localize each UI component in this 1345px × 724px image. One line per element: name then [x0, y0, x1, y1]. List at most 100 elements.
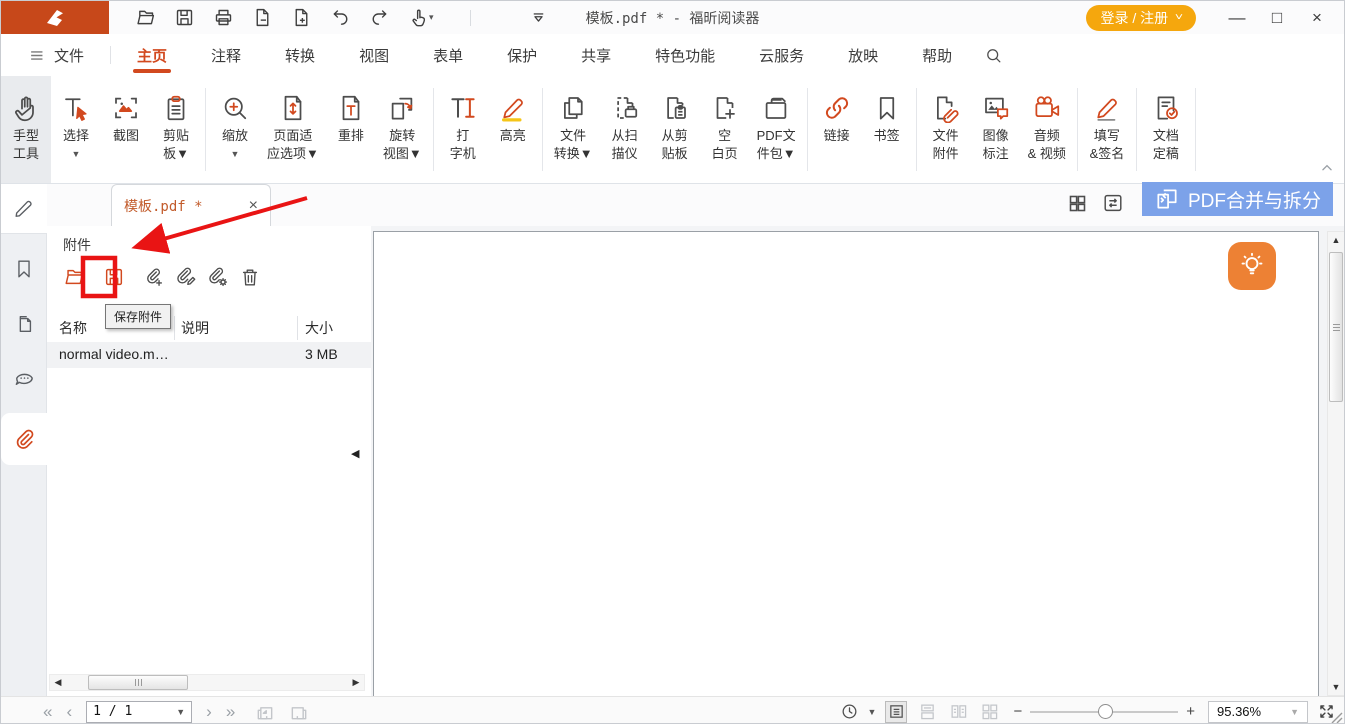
- scroll-left-icon[interactable]: ◀: [50, 677, 66, 688]
- previous-view-icon[interactable]: [255, 702, 275, 722]
- ribbon-bookmark[interactable]: 书签: [862, 76, 912, 183]
- attachment-settings-icon[interactable]: [207, 264, 229, 290]
- pdf-merge-split-banner[interactable]: PDF合并与拆分: [1142, 182, 1333, 216]
- hand-pointer-icon[interactable]: ▾: [408, 7, 434, 28]
- menu-view[interactable]: 视图: [349, 34, 399, 76]
- ribbon-file-attachment[interactable]: 文件 附件: [921, 76, 971, 183]
- grid-view-icon[interactable]: [1067, 193, 1088, 214]
- scroll-thumb[interactable]: [1329, 252, 1343, 402]
- page-plus-icon[interactable]: [291, 7, 312, 28]
- facing-layout-icon[interactable]: [947, 701, 969, 723]
- zoom-in-icon[interactable]: +: [1186, 703, 1195, 720]
- collapse-toolbar-icon[interactable]: [529, 8, 548, 27]
- last-page-icon[interactable]: »: [226, 702, 235, 722]
- column-header-description[interactable]: 说明: [181, 318, 209, 338]
- scroll-thumb[interactable]: [88, 675, 188, 690]
- ribbon-blank-page[interactable]: 空 白页: [700, 76, 750, 183]
- document-tab[interactable]: 模板.pdf * ×: [111, 184, 271, 226]
- page-dropdown-caret-icon[interactable]: ▼: [176, 707, 185, 717]
- pdf-page[interactable]: [373, 231, 1319, 696]
- delete-attachment-icon[interactable]: [239, 264, 261, 290]
- switch-tab-icon[interactable]: [1102, 192, 1124, 214]
- save-icon[interactable]: [174, 7, 195, 28]
- close-button[interactable]: ×: [1300, 4, 1334, 32]
- ribbon-image-annotation[interactable]: 图像 标注: [971, 76, 1021, 183]
- ribbon-reflow[interactable]: 重排: [326, 76, 376, 183]
- menu-cloud[interactable]: 云服务: [749, 34, 814, 76]
- first-page-icon[interactable]: «: [43, 702, 52, 722]
- foxit-logo[interactable]: [1, 1, 109, 34]
- ribbon-clipboard[interactable]: 剪贴 板▼: [151, 76, 201, 183]
- continuous-layout-icon[interactable]: [916, 701, 938, 723]
- menu-home[interactable]: 主页: [127, 34, 177, 76]
- sidebar-edit-tools[interactable]: [1, 186, 47, 230]
- column-header-name[interactable]: 名称: [59, 318, 87, 338]
- next-page-icon[interactable]: ›: [206, 702, 212, 722]
- facing-continuous-layout-icon[interactable]: [978, 701, 1000, 723]
- menu-present[interactable]: 放映: [838, 34, 888, 76]
- ribbon-typewriter[interactable]: 打 字机: [438, 76, 488, 183]
- redo-icon[interactable]: [369, 7, 390, 28]
- menu-file[interactable]: 文件: [19, 34, 94, 76]
- zoom-slider-track[interactable]: [1030, 711, 1178, 713]
- previous-page-icon[interactable]: ‹: [66, 702, 72, 722]
- menu-comment[interactable]: 注释: [201, 34, 251, 76]
- menu-share[interactable]: 共享: [571, 34, 621, 76]
- scroll-up-icon[interactable]: ▲: [1328, 235, 1344, 245]
- ribbon-zoom[interactable]: 缩放 ▼: [210, 76, 260, 183]
- scroll-track[interactable]: [66, 675, 348, 690]
- single-page-layout-icon[interactable]: [885, 701, 907, 723]
- document-vertical-scrollbar[interactable]: ▲ ▼: [1327, 231, 1345, 696]
- collapse-ribbon-icon[interactable]: [1320, 161, 1334, 175]
- zoom-dropdown-caret-icon[interactable]: ▼: [1290, 707, 1299, 717]
- open-folder-icon[interactable]: [135, 7, 156, 28]
- ribbon-doc-finalize[interactable]: 文档 定稿: [1141, 76, 1191, 183]
- add-attachment-icon[interactable]: [143, 264, 165, 290]
- minimize-button[interactable]: —: [1220, 4, 1254, 32]
- view-history-caret-icon[interactable]: ▼: [868, 707, 877, 717]
- sidebar-bookmarks[interactable]: [1, 247, 47, 291]
- ribbon-select[interactable]: 选择 ▼: [51, 76, 101, 183]
- ribbon-highlight[interactable]: 高亮: [488, 76, 538, 183]
- ribbon-hand-tool[interactable]: 手型 工具: [1, 76, 51, 183]
- ribbon-rotate-view[interactable]: 旋转 视图▼: [376, 76, 429, 183]
- ribbon-fill-sign[interactable]: 填写 &签名: [1082, 76, 1132, 183]
- undo-icon[interactable]: [330, 7, 351, 28]
- scroll-down-icon[interactable]: ▼: [1328, 682, 1344, 692]
- sidebar-attachments[interactable]: [1, 413, 47, 465]
- sidebar-comments[interactable]: [1, 357, 47, 401]
- print-icon[interactable]: [213, 7, 234, 28]
- menu-form[interactable]: 表单: [423, 34, 473, 76]
- ribbon-from-clipboard[interactable]: 从剪 贴板: [650, 76, 700, 183]
- zoom-slider-knob[interactable]: [1098, 704, 1113, 719]
- menu-help[interactable]: 帮助: [912, 34, 962, 76]
- save-attachment-icon[interactable]: [103, 264, 125, 290]
- ribbon-snapshot[interactable]: 截图: [101, 76, 151, 183]
- tab-close-icon[interactable]: ×: [249, 198, 258, 214]
- maximize-button[interactable]: □: [1260, 4, 1294, 32]
- attachment-row[interactable]: normal video.m… 3 MB: [47, 342, 371, 368]
- resize-grip[interactable]: [1330, 711, 1343, 724]
- search-icon[interactable]: [984, 46, 1003, 65]
- menu-features[interactable]: 特色功能: [645, 34, 725, 76]
- ribbon-pdf-portfolio[interactable]: PDF文 件包▼: [750, 76, 803, 183]
- page-minus-icon[interactable]: [252, 7, 273, 28]
- ribbon-from-scanner[interactable]: 从扫 描仪: [600, 76, 650, 183]
- ribbon-audio-video[interactable]: 音频 & 视频: [1021, 76, 1073, 183]
- next-view-icon[interactable]: [289, 702, 309, 722]
- edit-attachment-description-icon[interactable]: [175, 264, 197, 290]
- ribbon-file-convert[interactable]: 文件 转换▼: [547, 76, 600, 183]
- scroll-right-icon[interactable]: ▶: [348, 677, 364, 688]
- collapse-panel-handle[interactable]: ◀: [351, 447, 359, 460]
- column-header-size[interactable]: 大小: [305, 318, 333, 338]
- light-bulb-helper[interactable]: [1228, 242, 1276, 290]
- login-register-button[interactable]: 登录 / 注册 ˅: [1086, 5, 1196, 31]
- menu-convert[interactable]: 转换: [275, 34, 325, 76]
- panel-horizontal-scrollbar[interactable]: ◀ ▶: [49, 674, 365, 691]
- sidebar-pages[interactable]: [1, 302, 47, 346]
- ribbon-page-fit-options[interactable]: 页面适 应选项▼: [260, 76, 326, 183]
- menu-protect[interactable]: 保护: [497, 34, 547, 76]
- open-attachment-icon[interactable]: [63, 264, 85, 290]
- zoom-out-icon[interactable]: −: [1013, 703, 1022, 720]
- zoom-level-input[interactable]: 95.36% ▼: [1208, 701, 1308, 723]
